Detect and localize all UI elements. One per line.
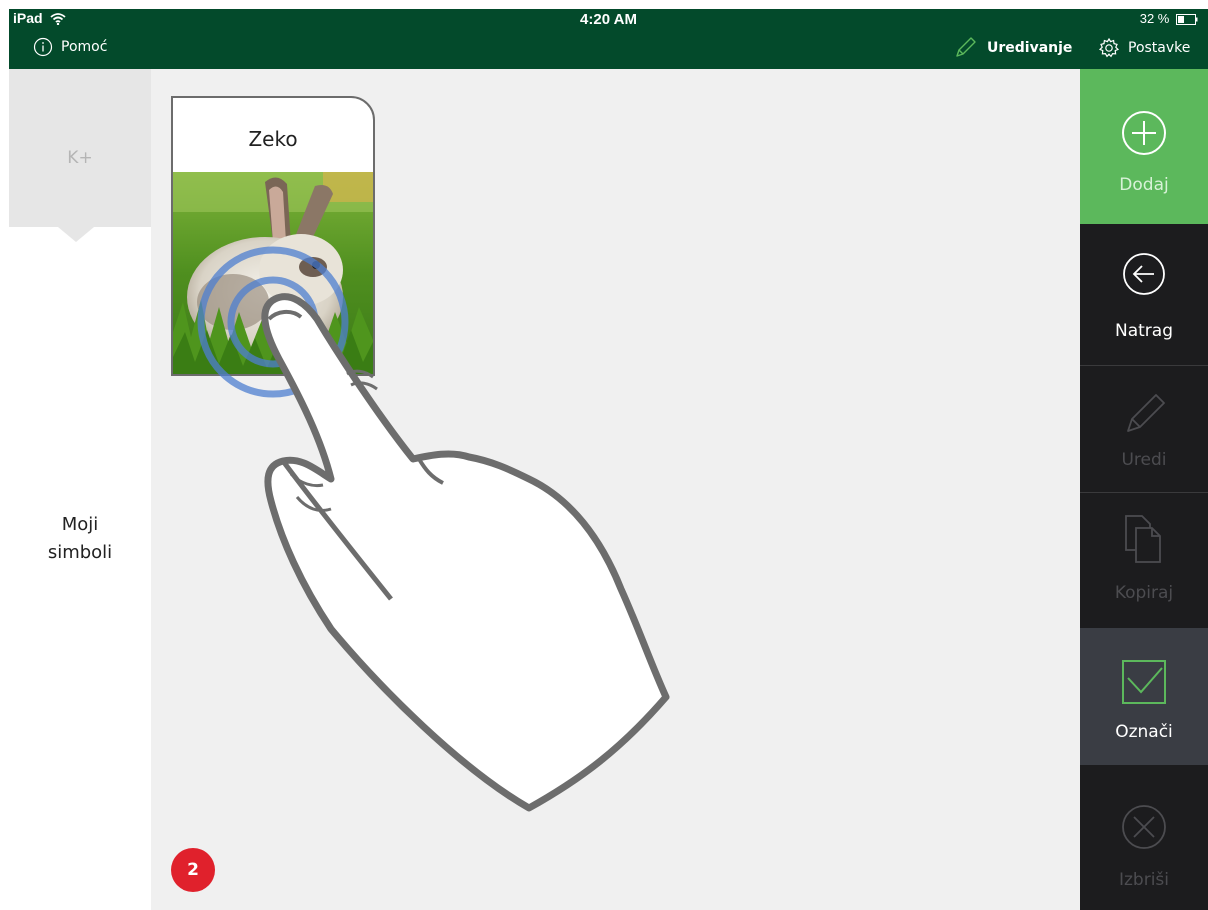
mark-button[interactable]: Označi xyxy=(1080,628,1208,765)
status-time: 4:20 AM xyxy=(580,11,637,28)
kplus-tab[interactable]: K+ xyxy=(9,69,151,227)
help-label: Pomoć xyxy=(61,39,108,55)
status-battery: 32 % xyxy=(1140,11,1198,26)
kplus-label: K+ xyxy=(67,148,93,168)
back-label: Natrag xyxy=(1115,321,1173,341)
edit-mode-button[interactable]: Uredivanje xyxy=(953,36,1072,60)
copy-icon xyxy=(1125,515,1161,563)
add-button[interactable]: Dodaj xyxy=(1080,69,1208,224)
symbol-grid: Zeko 2 xyxy=(151,69,1080,910)
plus-circle-icon xyxy=(1122,111,1166,155)
arrow-left-circle-icon xyxy=(1123,253,1165,295)
edit-button[interactable]: Uredi xyxy=(1080,365,1208,493)
settings-label: Postavke xyxy=(1128,40,1191,56)
delete-label: Izbriši xyxy=(1118,870,1170,890)
close-circle-icon xyxy=(1122,805,1166,849)
copy-button[interactable]: Kopiraj xyxy=(1080,492,1208,628)
symbol-card-title: Zeko xyxy=(248,127,298,151)
mark-label: Označi xyxy=(1115,722,1173,742)
top-bar: iPad 4:20 AM 32 % Pomoć Uredivanje Posta… xyxy=(9,9,1208,69)
info-icon xyxy=(33,37,53,57)
page-number-badge: 2 xyxy=(171,848,215,892)
help-button[interactable]: Pomoć xyxy=(33,37,107,57)
pencil-icon xyxy=(956,37,976,57)
battery-icon xyxy=(1176,14,1198,25)
symbol-card[interactable]: Zeko xyxy=(171,96,375,376)
tab-pointer xyxy=(58,227,94,242)
delete-button[interactable]: Izbriši xyxy=(1080,765,1208,910)
settings-button[interactable]: Postavke xyxy=(1098,37,1190,59)
gear-icon xyxy=(1098,37,1120,58)
category-line-1: Moji xyxy=(61,514,99,535)
battery-percent: 32 % xyxy=(1139,11,1170,26)
checkbox-checked-icon xyxy=(1122,660,1166,704)
add-label: Dodaj xyxy=(1119,175,1169,195)
edit-toolbar: Dodaj Natrag Uredi Kopiraj Označi Izbriš… xyxy=(1080,69,1208,910)
pencil-icon xyxy=(1127,394,1165,432)
category-panel: K+ Moji simboli xyxy=(9,69,152,910)
category-my-symbols[interactable]: Moji simboli xyxy=(9,511,151,567)
category-line-2: simboli xyxy=(47,542,113,563)
copy-label: Kopiraj xyxy=(1114,583,1174,603)
back-button[interactable]: Natrag xyxy=(1080,224,1208,366)
edit-mode-label: Uredivanje xyxy=(987,40,1073,56)
rabbit-image xyxy=(173,172,373,374)
edit-label: Uredi xyxy=(1121,450,1167,470)
